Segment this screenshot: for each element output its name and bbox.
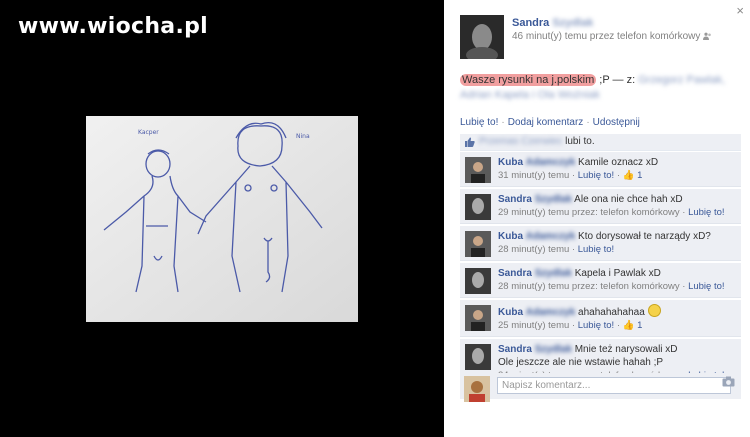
comment-time[interactable]: 29 minut(y) temu przez: telefon komórkow…	[498, 207, 680, 218]
comment-text: Mnie też narysowali xD	[574, 344, 678, 355]
likes-summary: Przemas Czerwiec lubi to.	[460, 134, 741, 151]
caption-text: ;P — z:	[596, 74, 639, 86]
commenter-surname[interactable]: Szydlak	[535, 344, 572, 355]
like-count[interactable]: 👍 1	[623, 170, 643, 181]
friends-icon	[703, 32, 712, 40]
comment-text: Kto dorysował te narządy xD?	[578, 231, 711, 242]
commenter-avatar[interactable]	[465, 268, 491, 294]
my-avatar	[464, 376, 490, 402]
svg-text:Nina: Nina	[296, 133, 310, 140]
liker-name[interactable]: Przemas Czerwiec	[479, 136, 562, 147]
comment-list: Kuba Adamczyk Kamile oznacz xD 31 minut(…	[460, 152, 741, 389]
commenter-avatar[interactable]	[465, 344, 491, 370]
comment-like-link[interactable]: Lubię to!	[688, 207, 724, 218]
svg-text:Kacper: Kacper	[138, 129, 159, 136]
smiley-icon	[647, 304, 661, 317]
drawing-image: Kacper Nina	[86, 116, 358, 322]
commenter-avatar[interactable]	[465, 231, 491, 257]
like-count[interactable]: 👍 1	[623, 320, 643, 331]
like-count-value: 1	[637, 320, 643, 331]
photo-drawing[interactable]: Kacper Nina	[86, 116, 358, 322]
commenter-name[interactable]: Sandra	[498, 194, 532, 205]
share-link[interactable]: Udostępnij	[593, 117, 640, 128]
commenter-surname[interactable]: Adamczyk	[526, 231, 575, 242]
commenter-name[interactable]: Kuba	[498, 157, 523, 168]
comment-time[interactable]: 28 minut(y) temu przez: telefon komórkow…	[498, 281, 680, 292]
comment-item: Kuba Adamczyk Kto dorysował te narządy x…	[460, 226, 741, 261]
comment-like-link[interactable]: Lubię to!	[578, 244, 614, 255]
comment-time[interactable]: 28 minut(y) temu	[498, 244, 569, 255]
photo-viewer: www.wiocha.pl Kacper Nina	[0, 0, 444, 437]
owner-last-name[interactable]: Szydlak	[552, 17, 593, 29]
post-timestamp[interactable]: 46 minut(y) temu przez telefon komórkowy	[512, 31, 700, 42]
comment-like-link[interactable]: Lubię to!	[578, 170, 614, 181]
comment-text: Kamile oznacz xD	[578, 157, 659, 168]
likes-text: lubi to.	[565, 136, 595, 147]
commenter-name[interactable]: Sandra	[498, 344, 532, 355]
owner-meta: 46 minut(y) temu przez telefon komórkowy	[512, 31, 712, 42]
comment-item: Sandra Szydlak Kapela i Pawlak xD 28 min…	[460, 263, 741, 298]
photo-sidebar: × Sandra Szydlak 46 minut(y) temu przez …	[444, 0, 750, 437]
post-actions: Lubię to! · Dodaj komentarz · Udostępnij	[460, 117, 640, 128]
commenter-avatar[interactable]	[465, 157, 491, 183]
like-link[interactable]: Lubię to!	[460, 117, 498, 128]
comment-time[interactable]: 25 minut(y) temu	[498, 320, 569, 331]
comment-item: Kuba Adamczyk Kamile oznacz xD 31 minut(…	[460, 152, 741, 187]
commenter-avatar[interactable]	[465, 194, 491, 220]
comment-text: ahahahahahaa	[578, 307, 645, 318]
commenter-name[interactable]: Kuba	[498, 231, 523, 242]
comment-input[interactable]: Napisz komentarz...	[497, 377, 731, 394]
comment-text: Ale ona nie chce hah xD	[574, 194, 683, 205]
comment-item: Kuba Adamczyk ahahahahahaa 25 minut(y) t…	[460, 300, 741, 337]
commenter-name[interactable]: Sandra	[498, 268, 532, 279]
commenter-surname[interactable]: Adamczyk	[526, 157, 575, 168]
comment-time[interactable]: 31 minut(y) temu	[498, 170, 569, 181]
like-count-value: 1	[637, 170, 643, 181]
comment-like-link[interactable]: Lubię to!	[688, 281, 724, 292]
caption-highlighted: Wasze rysunki na j.polskim	[460, 74, 597, 86]
photo-caption: Wasze rysunki na j.polskim ;P — z: Grzeg…	[460, 73, 742, 103]
comment-link[interactable]: Dodaj komentarz	[508, 117, 584, 128]
close-icon[interactable]: ×	[736, 3, 744, 18]
commenter-name[interactable]: Kuba	[498, 307, 523, 318]
comment-like-link[interactable]: Lubię to!	[578, 320, 614, 331]
commenter-surname[interactable]: Szydlak	[535, 268, 572, 279]
watermark: www.wiocha.pl	[18, 14, 208, 39]
write-comment-box: Napisz komentarz...	[460, 373, 741, 402]
owner-name[interactable]: Sandra Szydlak	[512, 17, 593, 29]
commenter-avatar[interactable]	[465, 305, 491, 331]
commenter-surname[interactable]: Adamczyk	[526, 307, 575, 318]
thumbs-up-icon	[465, 137, 475, 147]
owner-first-name[interactable]: Sandra	[512, 17, 549, 29]
commenter-surname[interactable]: Szydlak	[535, 194, 572, 205]
comment-text-line2: Ole jeszcze ale nie wstawie hahah ;P	[498, 357, 664, 368]
comment-text: Kapela i Pawlak xD	[574, 268, 661, 279]
camera-icon[interactable]	[722, 376, 735, 387]
owner-avatar[interactable]	[460, 15, 504, 59]
comment-item: Sandra Szydlak Ale ona nie chce hah xD 2…	[460, 189, 741, 224]
